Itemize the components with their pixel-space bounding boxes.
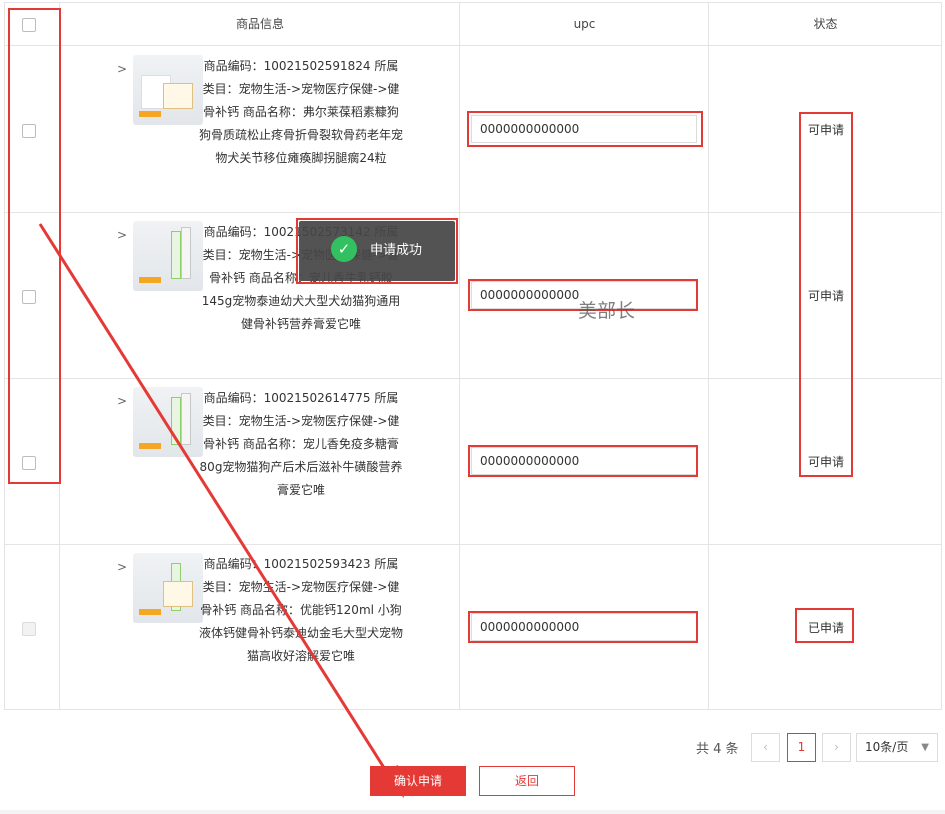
- chevron-down-icon: ▼: [921, 742, 929, 753]
- page-number-button[interactable]: 1: [787, 733, 816, 762]
- back-button[interactable]: 返回: [479, 766, 575, 796]
- page-bottom-divider: [0, 810, 945, 814]
- next-page-button[interactable]: ›: [822, 733, 851, 762]
- page-size-select[interactable]: 10条/页 ▼: [856, 733, 938, 762]
- page-size-value: 10条/页: [865, 740, 909, 754]
- annotation-arrow: [38, 223, 404, 798]
- pagination-total: 共 4 条: [696, 742, 739, 757]
- prev-page-button[interactable]: ‹: [751, 733, 780, 762]
- confirm-apply-button[interactable]: 确认申请: [370, 766, 466, 796]
